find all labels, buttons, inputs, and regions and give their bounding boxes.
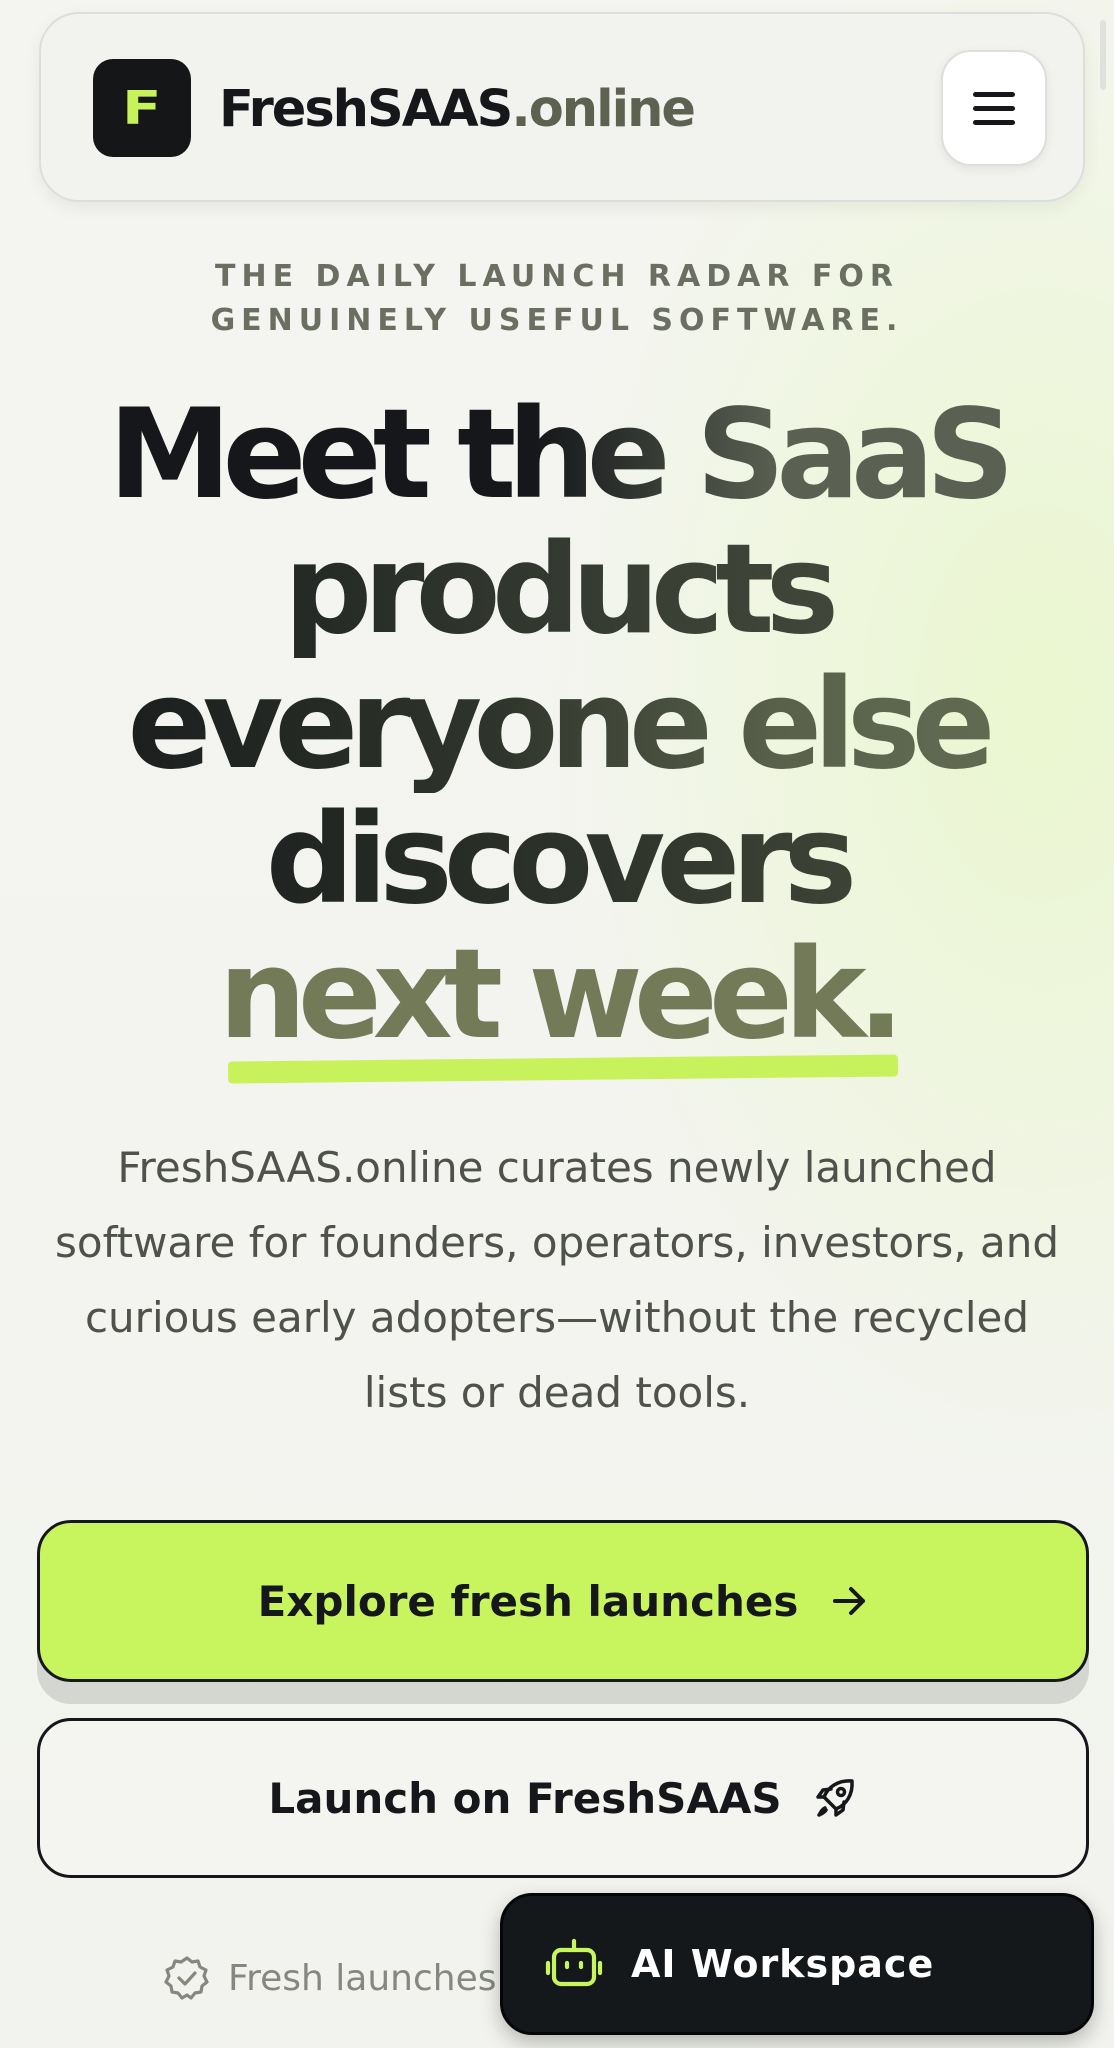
robot-icon: [545, 1937, 603, 1991]
trust-note: Fresh launches.: [164, 1955, 508, 2001]
explore-launches-label: Explore fresh launches: [257, 1576, 799, 1626]
explore-launches-button[interactable]: Explore fresh launches: [37, 1520, 1089, 1682]
headline-line-4: discovers: [0, 793, 1114, 928]
brand-suffix: .online: [511, 80, 696, 139]
headline-line-3: everyone else: [0, 658, 1114, 793]
headline-line-5: next week.: [218, 923, 904, 1067]
headline-line-2: products: [0, 523, 1114, 658]
menu-button[interactable]: [941, 50, 1047, 166]
ai-workspace-button[interactable]: AI Workspace: [500, 1893, 1094, 2035]
arrow-right-icon: [832, 1585, 868, 1617]
brand-main: FreshSAAS: [219, 80, 513, 139]
trust-text: Fresh launches.: [228, 1957, 508, 1999]
rocket-icon: [812, 1775, 858, 1821]
check-badge-icon: [164, 1955, 210, 2001]
launch-on-freshsaas-button[interactable]: Launch on FreshSAAS: [37, 1718, 1089, 1878]
logo-icon[interactable]: F: [93, 59, 191, 157]
hero-headline: Meet the SaaS products everyone else dis…: [0, 388, 1114, 1063]
tagline-line-1: THE DAILY LAUNCH RADAR FOR: [215, 259, 899, 294]
hero-description: FreshSAAS.online curates newly launched …: [54, 1143, 1059, 1417]
hamburger-menu-icon: [973, 91, 1015, 97]
headline-line-1: Meet the SaaS: [0, 388, 1114, 523]
brand-name[interactable]: FreshSAAS.online: [219, 80, 696, 140]
logo-letter: F: [122, 81, 162, 135]
scrollbar[interactable]: [1100, 20, 1106, 90]
ai-workspace-label: AI Workspace: [631, 1942, 935, 1986]
tagline-line-2: GENUINELY USEFUL SOFTWARE.: [210, 303, 904, 338]
tagline: THE DAILY LAUNCH RADAR FOR GENUINELY USE…: [0, 255, 1114, 343]
launch-label: Launch on FreshSAAS: [268, 1773, 782, 1823]
site-header: F FreshSAAS.online: [39, 12, 1085, 202]
